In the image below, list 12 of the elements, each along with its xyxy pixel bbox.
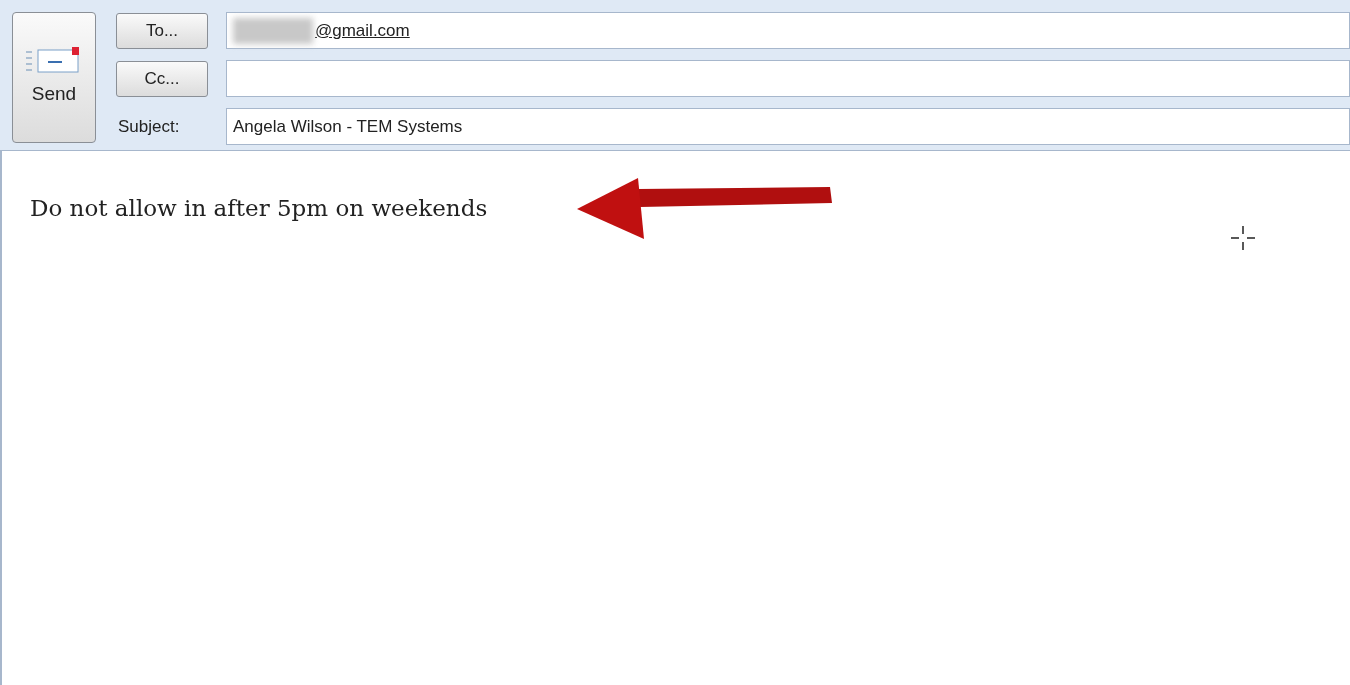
body-text: Do not allow in after 5pm on weekends	[30, 194, 488, 223]
subject-field[interactable]: Angela Wilson - TEM Systems	[226, 108, 1350, 145]
crosshair-icon	[1230, 225, 1256, 251]
send-button[interactable]: Send	[12, 12, 96, 143]
address-field[interactable]: @gmail.com	[226, 12, 1350, 49]
envelope-icon	[26, 46, 82, 75]
email-address[interactable]: @gmail.com	[315, 17, 410, 44]
subject-label: Subject:	[117, 115, 181, 138]
address-field[interactable]	[226, 60, 1350, 97]
address-button[interactable]: To...	[116, 12, 208, 49]
address-button[interactable]: Cc...	[116, 60, 208, 97]
message-body[interactable]: Do not allow in after 5pm on weekends	[0, 150, 1350, 685]
